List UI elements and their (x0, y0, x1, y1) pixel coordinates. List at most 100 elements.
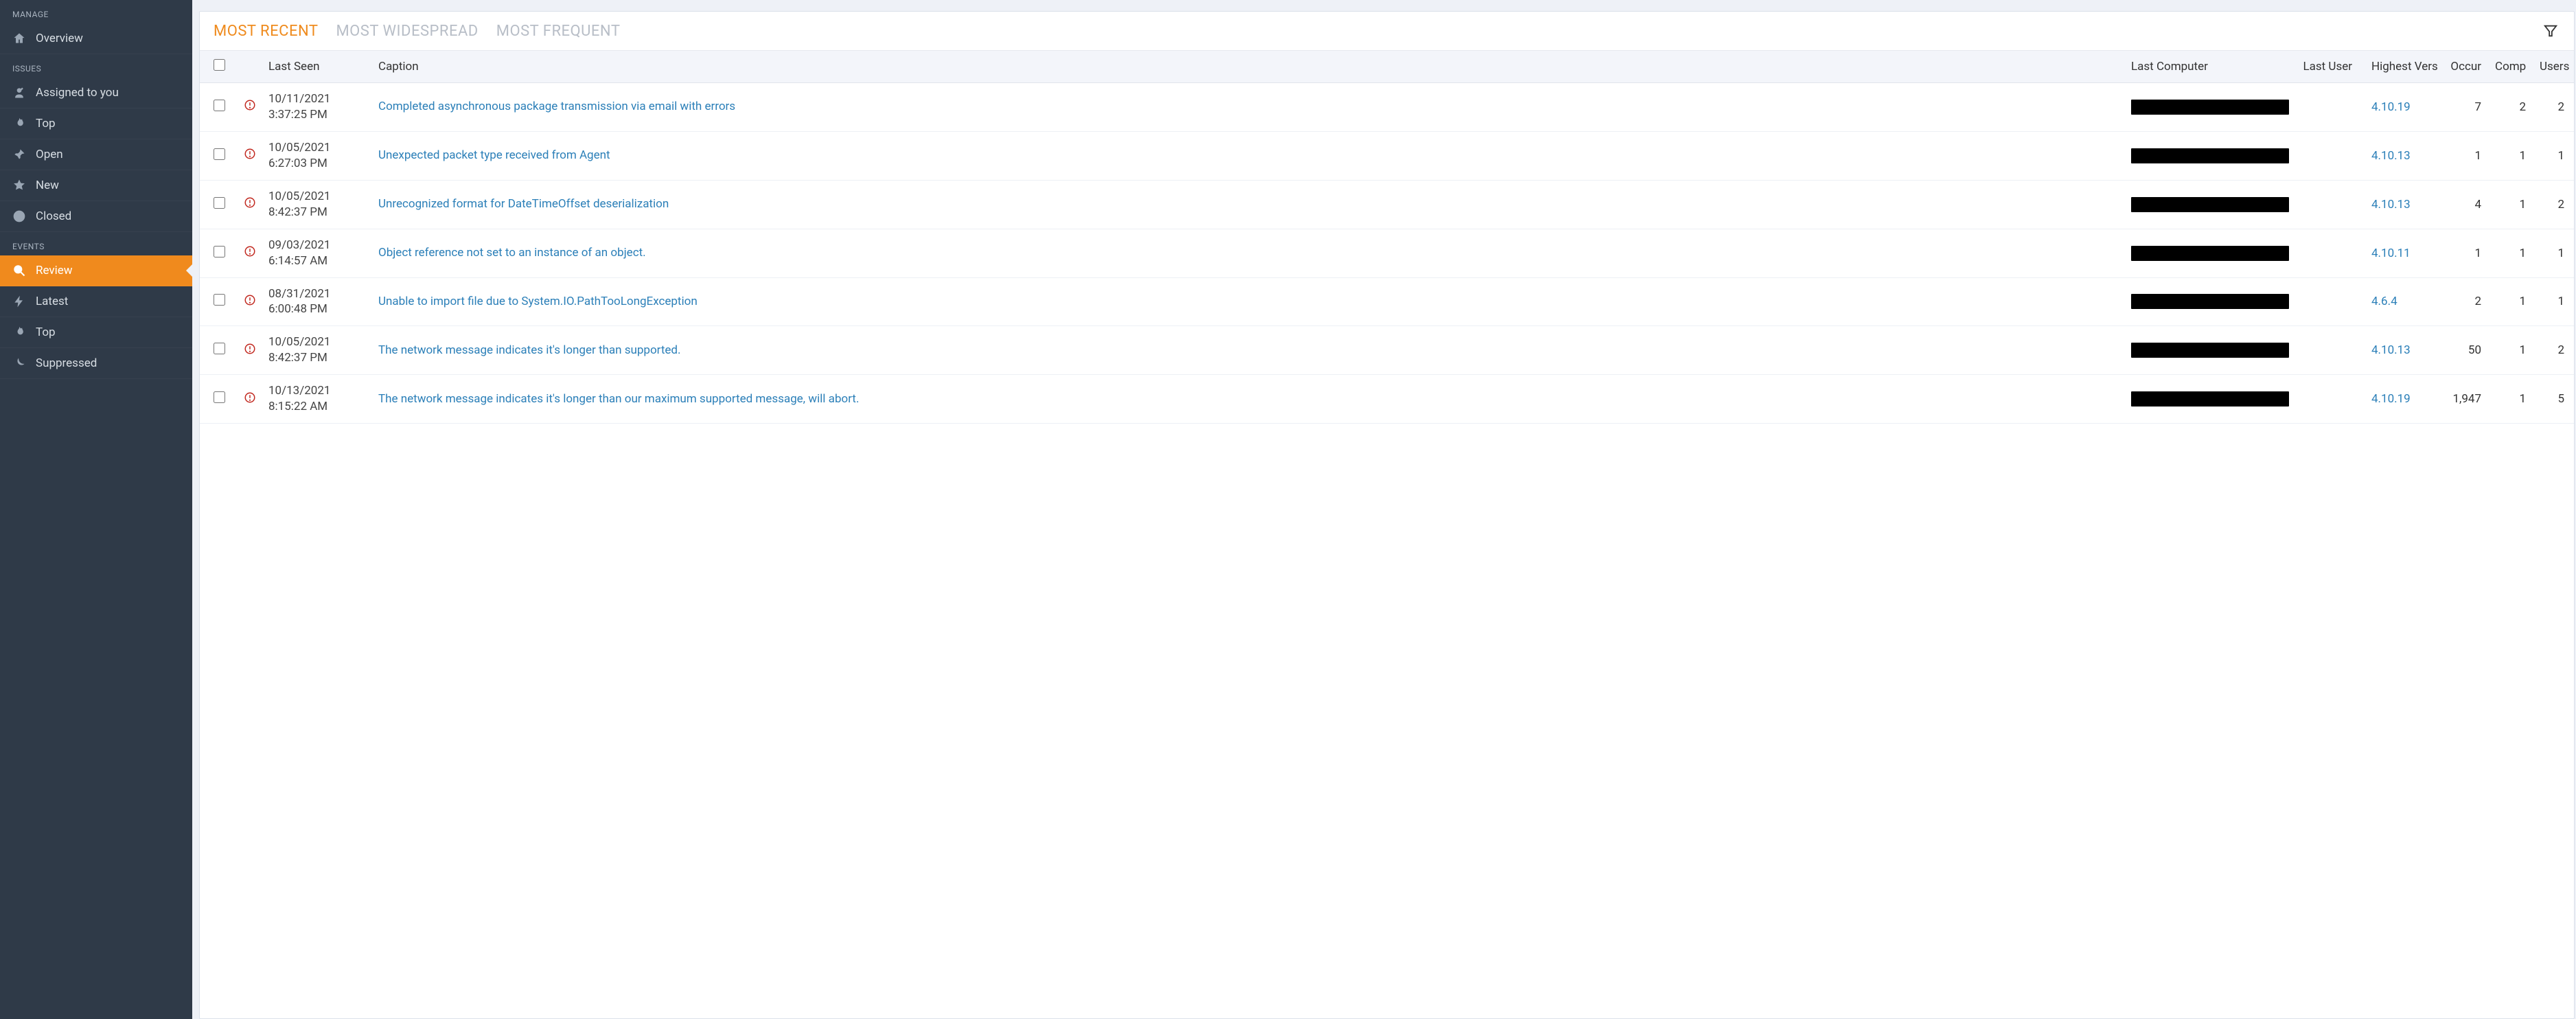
row-select-checkbox[interactable] (214, 197, 225, 209)
row-last-computer (2124, 83, 2296, 132)
row-computers: 1 (2488, 180, 2533, 229)
sidebar-item-events-top[interactable]: Top (0, 317, 192, 348)
row-last-computer (2124, 326, 2296, 375)
sidebar-item-open[interactable]: Open (0, 139, 192, 170)
row-version-link[interactable]: 4.10.13 (2371, 198, 2411, 211)
redacted-computer (2131, 246, 2289, 261)
sidebar-section-header: MANAGE (0, 0, 192, 23)
header-caption[interactable]: Caption (371, 51, 2124, 83)
row-version-cell: 4.10.11 (2365, 229, 2440, 277)
sidebar-item-label: Closed (36, 209, 71, 223)
row-caption-cell: Unable to import file due to System.IO.P… (371, 277, 2124, 326)
row-caption-link[interactable]: Unable to import file due to System.IO.P… (378, 295, 698, 308)
row-occurrences: 2 (2440, 277, 2488, 326)
row-select-checkbox[interactable] (214, 148, 225, 160)
row-time: 8:42:37 PM (268, 205, 365, 220)
redacted-computer (2131, 294, 2289, 309)
row-version-link[interactable]: 4.10.11 (2371, 247, 2411, 260)
row-select-checkbox[interactable] (214, 100, 225, 111)
header-users[interactable]: Users (2533, 51, 2574, 83)
sidebar-item-suppressed[interactable]: Suppressed (0, 348, 192, 379)
row-caption-link[interactable]: The network message indicates it's longe… (378, 343, 681, 357)
sidebar-item-label: New (36, 179, 59, 192)
sidebar-item-new[interactable]: New (0, 170, 192, 201)
row-users: 1 (2533, 277, 2574, 326)
row-last-user (2296, 131, 2365, 180)
row-last-seen: 10/13/20218:15:22 AM (262, 375, 371, 424)
events-table-scroll[interactable]: Last Seen Caption Last Computer Last Use… (200, 51, 2574, 1018)
sidebar-item-overview[interactable]: Overview (0, 23, 192, 54)
row-select-checkbox[interactable] (214, 294, 225, 306)
row-caption-link[interactable]: Object reference not set to an instance … (378, 246, 646, 260)
error-severity-icon (244, 196, 256, 209)
header-last-user[interactable]: Last User (2296, 51, 2365, 83)
row-select-checkbox[interactable] (214, 391, 225, 403)
events-table: Last Seen Caption Last Computer Last Use… (200, 51, 2574, 424)
tab-widespread[interactable]: MOST WIDESPREAD (336, 23, 478, 40)
moon-icon (12, 356, 26, 370)
home-icon (12, 32, 26, 45)
row-version-link[interactable]: 4.10.19 (2371, 392, 2411, 406)
row-caption-link[interactable]: Unexpected packet type received from Age… (378, 148, 610, 162)
sidebar-item-label: Suppressed (36, 356, 97, 370)
sidebar-section-header: ISSUES (0, 54, 192, 78)
row-severity-cell (238, 375, 262, 424)
row-checkbox-cell (200, 131, 238, 180)
row-occurrences: 1 (2440, 131, 2488, 180)
tab-frequent[interactable]: MOST FREQUENT (496, 23, 621, 40)
row-checkbox-cell (200, 83, 238, 132)
sidebar-item-review[interactable]: Review (0, 255, 192, 286)
table-row: 10/05/20216:27:03 PMUnexpected packet ty… (200, 131, 2574, 180)
header-last-seen[interactable]: Last Seen (262, 51, 371, 83)
row-last-computer (2124, 375, 2296, 424)
row-version-link[interactable]: 4.10.19 (2371, 100, 2411, 114)
row-select-checkbox[interactable] (214, 246, 225, 257)
row-last-user (2296, 229, 2365, 277)
header-highest-version[interactable]: Highest Vers (2365, 51, 2440, 83)
row-select-checkbox[interactable] (214, 343, 225, 354)
row-severity-cell (238, 326, 262, 375)
row-last-user (2296, 180, 2365, 229)
sidebar-item-latest[interactable]: Latest (0, 286, 192, 317)
row-checkbox-cell (200, 326, 238, 375)
row-version-cell: 4.6.4 (2365, 277, 2440, 326)
row-users: 2 (2533, 326, 2574, 375)
row-caption-cell: Completed asynchronous package transmiss… (371, 83, 2124, 132)
row-last-seen: 09/03/20216:14:57 AM (262, 229, 371, 277)
header-computers[interactable]: Comp (2488, 51, 2533, 83)
user-assigned-icon (12, 86, 26, 100)
sidebar-item-label: Latest (36, 295, 68, 308)
row-computers: 1 (2488, 326, 2533, 375)
row-version-cell: 4.10.19 (2365, 83, 2440, 132)
row-caption-cell: Unrecognized format for DateTimeOffset d… (371, 180, 2124, 229)
table-row: 10/11/20213:37:25 PMCompleted asynchrono… (200, 83, 2574, 132)
row-caption-link[interactable]: The network message indicates it's longe… (378, 392, 859, 406)
sidebar-item-label: Top (36, 117, 56, 130)
tab-recent[interactable]: MOST RECENT (214, 23, 318, 40)
prohibit-icon (12, 209, 26, 223)
row-caption-cell: The network message indicates it's longe… (371, 326, 2124, 375)
row-caption-link[interactable]: Completed asynchronous package transmiss… (378, 100, 735, 113)
row-time: 6:00:48 PM (268, 301, 365, 317)
row-last-user (2296, 375, 2365, 424)
row-date: 10/05/2021 (268, 140, 365, 156)
row-version-cell: 4.10.13 (2365, 131, 2440, 180)
row-time: 8:42:37 PM (268, 350, 365, 366)
sidebar-item-assigned[interactable]: Assigned to you (0, 78, 192, 108)
filter-button[interactable] (2541, 21, 2560, 41)
select-all-checkbox[interactable] (214, 59, 225, 71)
row-caption-link[interactable]: Unrecognized format for DateTimeOffset d… (378, 197, 669, 211)
row-computers: 1 (2488, 375, 2533, 424)
row-date: 08/31/2021 (268, 286, 365, 302)
header-last-computer[interactable]: Last Computer (2124, 51, 2296, 83)
tabs-row: MOST RECENT MOST WIDESPREAD MOST FREQUENT (200, 12, 2574, 51)
sidebar-item-closed[interactable]: Closed (0, 201, 192, 232)
row-version-cell: 4.10.13 (2365, 180, 2440, 229)
row-version-link[interactable]: 4.10.13 (2371, 343, 2411, 357)
row-date: 10/13/2021 (268, 383, 365, 399)
row-version-link[interactable]: 4.6.4 (2371, 295, 2397, 308)
sidebar-item-issues-top[interactable]: Top (0, 108, 192, 139)
row-occurrences: 1 (2440, 229, 2488, 277)
row-version-link[interactable]: 4.10.13 (2371, 149, 2411, 163)
header-occurrences[interactable]: Occur (2440, 51, 2488, 83)
